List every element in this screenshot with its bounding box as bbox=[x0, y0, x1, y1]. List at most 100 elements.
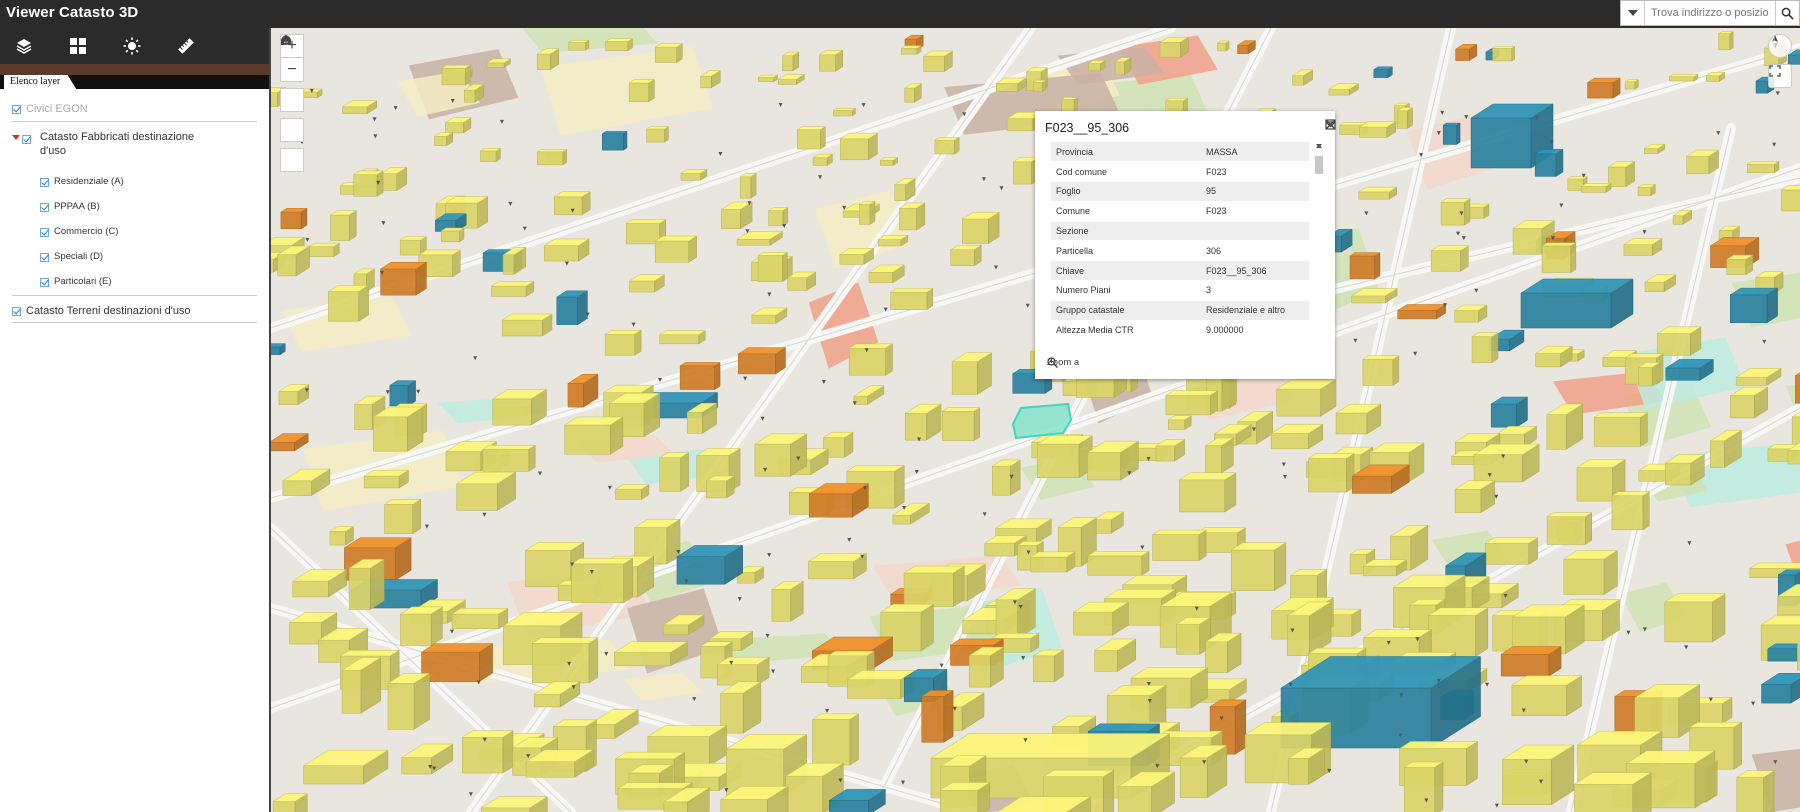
map-view-3d[interactable]: + − F023__95_306 Provincia MASSA Cod comun… bbox=[271, 28, 1800, 812]
building-front bbox=[659, 457, 681, 492]
close-icon[interactable] bbox=[1325, 119, 1336, 130]
building-side bbox=[1763, 770, 1775, 812]
building-front bbox=[1205, 641, 1228, 673]
layer-item-civici[interactable]: Civici EGON bbox=[12, 97, 257, 122]
checkbox-civici[interactable] bbox=[12, 105, 21, 114]
attribute-row: Provincia MASSA bbox=[1051, 142, 1309, 163]
building-front bbox=[706, 480, 727, 499]
building-side bbox=[943, 690, 954, 743]
sublayer-label: PPPAA (B) bbox=[54, 201, 100, 212]
building-roof bbox=[645, 126, 670, 130]
building-front bbox=[272, 801, 296, 812]
building-roof bbox=[1491, 46, 1516, 49]
layers-tool-button[interactable] bbox=[6, 31, 42, 61]
attribute-row: Particella 306 bbox=[1051, 240, 1309, 262]
sublayer-item[interactable]: Residenziale (A) bbox=[12, 164, 257, 194]
attribute-table: Provincia MASSA Cod comune F023 Foglio 95 Comu… bbox=[1051, 142, 1309, 341]
building-roof bbox=[1060, 97, 1079, 100]
building-front bbox=[625, 223, 660, 245]
building-front bbox=[757, 77, 775, 82]
layer-panel: Elenco layer Civici EGON Catasto Fabbric… bbox=[0, 28, 271, 812]
attribute-key: Numero Piani bbox=[1051, 280, 1201, 301]
building-roof bbox=[1580, 183, 1612, 187]
checkbox-sublayer[interactable] bbox=[40, 278, 49, 287]
building-front bbox=[532, 643, 590, 684]
building-side bbox=[885, 343, 893, 376]
checkbox-sublayer[interactable] bbox=[40, 203, 49, 212]
pan-button[interactable] bbox=[280, 34, 304, 172]
daylight-tool-button[interactable] bbox=[114, 31, 150, 61]
layer-item-terreni[interactable]: Catasto Terreni destinazioni d'uso bbox=[12, 296, 257, 323]
building-front bbox=[1726, 259, 1747, 275]
building-roof bbox=[1086, 551, 1150, 557]
building-front bbox=[1470, 117, 1532, 169]
building-front bbox=[1490, 403, 1517, 428]
locate-button[interactable] bbox=[280, 35, 304, 142]
attribute-key: Gruppo catastale bbox=[1051, 300, 1201, 321]
building-front bbox=[353, 174, 378, 197]
fullscreen-button[interactable] bbox=[1768, 64, 1792, 88]
building-front bbox=[819, 54, 836, 72]
building-front bbox=[1787, 450, 1800, 465]
feature-popup: F023__95_306 Provincia MASSA Cod comune F02… bbox=[1035, 111, 1336, 379]
building-roof bbox=[990, 633, 1040, 639]
search-input[interactable] bbox=[1645, 1, 1775, 25]
expand-arrow-icon[interactable] bbox=[12, 135, 20, 140]
building-front bbox=[571, 563, 624, 603]
building-front bbox=[877, 239, 902, 247]
building-front bbox=[1351, 475, 1392, 494]
attribute-value: F023 bbox=[1201, 161, 1309, 183]
attribute-key: Particella bbox=[1051, 240, 1201, 262]
sublayer-item[interactable]: Speciali (D) bbox=[12, 244, 257, 269]
home-button[interactable] bbox=[280, 35, 304, 112]
tab-layer-list[interactable]: Elenco layer bbox=[4, 75, 77, 89]
checkbox-sublayer[interactable] bbox=[40, 253, 49, 262]
compass-button[interactable] bbox=[1768, 34, 1792, 58]
building-roof bbox=[1440, 198, 1471, 203]
building-side bbox=[1570, 242, 1577, 273]
search-source-dropdown[interactable] bbox=[1621, 1, 1645, 25]
building-side bbox=[1491, 332, 1499, 364]
building-side bbox=[1374, 252, 1381, 280]
building-side bbox=[623, 557, 633, 604]
attribute-value: Residenziale e altro bbox=[1201, 300, 1309, 321]
building-front bbox=[363, 475, 400, 489]
building-roof bbox=[679, 362, 721, 367]
layer-label: Civici EGON bbox=[26, 103, 88, 115]
sublayer-item[interactable]: Particolari (E) bbox=[12, 269, 257, 296]
search-button[interactable] bbox=[1775, 1, 1799, 25]
building-roof bbox=[614, 751, 686, 760]
zoom-out-button[interactable]: − bbox=[280, 58, 304, 82]
building-side bbox=[1555, 148, 1564, 177]
layer-label: Catasto Terreni destinazioni d'uso bbox=[26, 305, 191, 317]
building-front bbox=[1358, 191, 1390, 200]
sublayer-item[interactable]: Commercio (C) bbox=[12, 219, 257, 244]
checkbox-sublayer[interactable] bbox=[40, 228, 49, 237]
building-front bbox=[502, 254, 515, 275]
compass-icon bbox=[1772, 35, 1778, 49]
building-front bbox=[1276, 388, 1321, 417]
building-side bbox=[849, 713, 859, 766]
building-front bbox=[1442, 124, 1457, 145]
building-front bbox=[1638, 470, 1670, 482]
basemap-tool-button[interactable] bbox=[60, 31, 96, 61]
building-front bbox=[1730, 395, 1755, 419]
building-roof bbox=[757, 252, 789, 256]
checkbox-fabbricati[interactable] bbox=[22, 135, 31, 144]
building-front bbox=[1492, 47, 1513, 62]
scroll-down-icon[interactable] bbox=[1314, 142, 1324, 150]
checkbox-sublayer[interactable] bbox=[40, 178, 49, 187]
checkbox-terreni[interactable] bbox=[12, 307, 21, 316]
building-front bbox=[1669, 76, 1695, 82]
scrollbar-thumb[interactable] bbox=[1315, 156, 1323, 174]
building-roof bbox=[827, 650, 876, 657]
building-front bbox=[536, 53, 551, 70]
layer-item-fabbricati[interactable]: Catasto Fabbricati destinazione d'uso bbox=[12, 122, 257, 164]
building-front bbox=[700, 75, 712, 89]
building-roof bbox=[1746, 161, 1780, 165]
sublayer-item[interactable]: PPPAA (B) bbox=[12, 194, 257, 219]
measure-tool-button[interactable] bbox=[168, 31, 204, 61]
popup-scrollbar[interactable] bbox=[1314, 142, 1324, 340]
building-front bbox=[847, 679, 901, 699]
building-front bbox=[720, 799, 768, 812]
